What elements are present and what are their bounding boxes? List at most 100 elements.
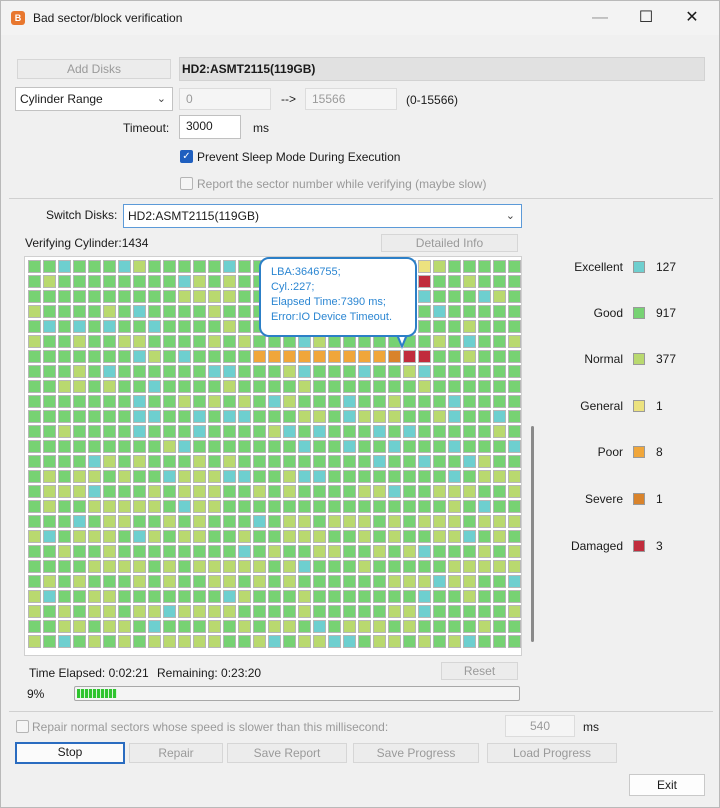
sector-cell[interactable]: [313, 560, 326, 573]
load-progress-button[interactable]: Load Progress: [487, 743, 617, 763]
sector-cell[interactable]: [118, 575, 131, 588]
sector-cell[interactable]: [148, 590, 161, 603]
sector-cell[interactable]: [118, 515, 131, 528]
sector-cell[interactable]: [463, 275, 476, 288]
sector-cell[interactable]: [463, 335, 476, 348]
sector-cell[interactable]: [433, 380, 446, 393]
sector-cell[interactable]: [223, 455, 236, 468]
sector-cell[interactable]: [358, 470, 371, 483]
sector-cell[interactable]: [478, 440, 491, 453]
sector-cell[interactable]: [328, 485, 341, 498]
sector-cell[interactable]: [73, 605, 86, 618]
sector-cell[interactable]: [133, 410, 146, 423]
sector-cell[interactable]: [418, 620, 431, 633]
sector-cell[interactable]: [223, 395, 236, 408]
sector-cell[interactable]: [433, 590, 446, 603]
sector-cell[interactable]: [403, 515, 416, 528]
sector-cell[interactable]: [388, 485, 401, 498]
sector-cell[interactable]: [463, 500, 476, 513]
sector-cell[interactable]: [508, 365, 521, 378]
sector-cell[interactable]: [448, 275, 461, 288]
sector-cell[interactable]: [73, 635, 86, 648]
sector-cell[interactable]: [433, 260, 446, 273]
sector-cell[interactable]: [58, 590, 71, 603]
sector-cell[interactable]: [73, 470, 86, 483]
sector-cell[interactable]: [373, 530, 386, 543]
sector-cell[interactable]: [283, 530, 296, 543]
sector-cell[interactable]: [418, 350, 431, 363]
sector-cell[interactable]: [283, 545, 296, 558]
sector-cell[interactable]: [43, 305, 56, 318]
sector-cell[interactable]: [223, 290, 236, 303]
sector-cell[interactable]: [73, 515, 86, 528]
sector-cell[interactable]: [223, 620, 236, 633]
sector-cell[interactable]: [88, 590, 101, 603]
sector-cell[interactable]: [313, 425, 326, 438]
sector-cell[interactable]: [208, 425, 221, 438]
sector-cell[interactable]: [238, 290, 251, 303]
sector-cell[interactable]: [238, 380, 251, 393]
sector-cell[interactable]: [373, 575, 386, 588]
sector-cell[interactable]: [208, 560, 221, 573]
sector-cell[interactable]: [268, 590, 281, 603]
sector-cell[interactable]: [433, 515, 446, 528]
sector-cell[interactable]: [268, 515, 281, 528]
sector-cell[interactable]: [58, 395, 71, 408]
sector-cell[interactable]: [343, 635, 356, 648]
sector-cell[interactable]: [283, 455, 296, 468]
sector-cell[interactable]: [418, 365, 431, 378]
sector-cell[interactable]: [163, 425, 176, 438]
sector-cell[interactable]: [268, 485, 281, 498]
sector-cell[interactable]: [448, 260, 461, 273]
sector-cell[interactable]: [43, 515, 56, 528]
sector-cell[interactable]: [493, 455, 506, 468]
sector-cell[interactable]: [88, 500, 101, 513]
sector-cell[interactable]: [508, 320, 521, 333]
sector-cell[interactable]: [103, 335, 116, 348]
sector-cell[interactable]: [58, 290, 71, 303]
sector-cell[interactable]: [163, 575, 176, 588]
sector-cell[interactable]: [253, 530, 266, 543]
sector-cell[interactable]: [193, 290, 206, 303]
sector-cell[interactable]: [178, 290, 191, 303]
sector-cell[interactable]: [478, 260, 491, 273]
sector-cell[interactable]: [403, 350, 416, 363]
sector-cell[interactable]: [118, 290, 131, 303]
sector-cell[interactable]: [238, 305, 251, 318]
sector-cell[interactable]: [178, 485, 191, 498]
sector-cell[interactable]: [58, 365, 71, 378]
sector-cell[interactable]: [208, 365, 221, 378]
sector-cell[interactable]: [508, 410, 521, 423]
sector-cell[interactable]: [253, 635, 266, 648]
sector-cell[interactable]: [343, 455, 356, 468]
sector-cell[interactable]: [103, 275, 116, 288]
sector-cell[interactable]: [373, 485, 386, 498]
sector-cell[interactable]: [193, 530, 206, 543]
sector-cell[interactable]: [238, 515, 251, 528]
sector-cell[interactable]: [493, 380, 506, 393]
repair-checkbox[interactable]: [16, 720, 29, 733]
sector-cell[interactable]: [418, 275, 431, 288]
sector-cell[interactable]: [478, 530, 491, 543]
sector-cell[interactable]: [88, 350, 101, 363]
sector-cell[interactable]: [223, 560, 236, 573]
sector-cell[interactable]: [73, 335, 86, 348]
sector-cell[interactable]: [373, 380, 386, 393]
sector-cell[interactable]: [103, 560, 116, 573]
sector-cell[interactable]: [388, 635, 401, 648]
sector-cell[interactable]: [493, 605, 506, 618]
sector-cell[interactable]: [478, 365, 491, 378]
sector-cell[interactable]: [463, 395, 476, 408]
sector-cell[interactable]: [433, 395, 446, 408]
sector-cell[interactable]: [433, 560, 446, 573]
sector-cell[interactable]: [193, 575, 206, 588]
sector-cell[interactable]: [148, 395, 161, 408]
sector-cell[interactable]: [373, 455, 386, 468]
sector-cell[interactable]: [208, 440, 221, 453]
sector-cell[interactable]: [313, 575, 326, 588]
sector-cell[interactable]: [73, 530, 86, 543]
sector-cell[interactable]: [358, 365, 371, 378]
sector-cell[interactable]: [148, 560, 161, 573]
sector-cell[interactable]: [268, 425, 281, 438]
sector-cell[interactable]: [463, 380, 476, 393]
